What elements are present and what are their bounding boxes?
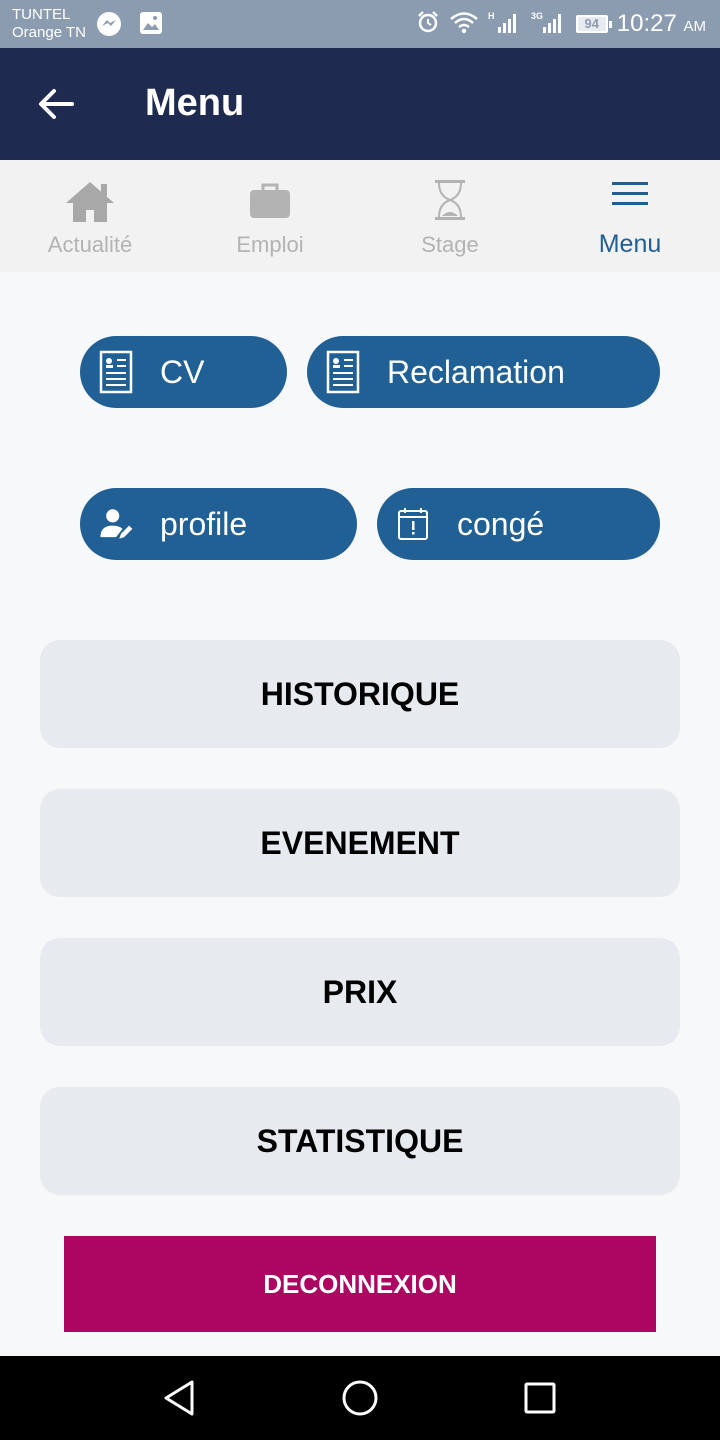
home-icon — [63, 178, 117, 229]
tab-label: Menu — [598, 230, 662, 258]
conge-button[interactable]: congé — [377, 488, 660, 560]
messenger-icon — [96, 11, 122, 42]
nav-back-icon[interactable] — [160, 1378, 200, 1423]
profile-button[interactable]: profile — [80, 488, 357, 560]
tab-label: Stage — [421, 232, 479, 257]
user-edit-icon — [98, 502, 134, 546]
prix-button[interactable]: PRIX — [40, 938, 680, 1046]
tab-bar: Actualité Emploi Stage Menu — [0, 160, 720, 272]
carrier-name: TUNTEL — [12, 6, 71, 23]
svg-text:H: H — [488, 11, 495, 21]
nav-recents-icon[interactable] — [520, 1378, 560, 1423]
battery-icon: 94 — [575, 15, 612, 33]
system-nav-bar — [0, 1356, 720, 1440]
wifi-icon — [449, 10, 479, 39]
logout-button[interactable]: DECONNEXION — [64, 1236, 656, 1332]
profile-label: profile — [160, 505, 248, 542]
carrier-operator: Orange TN — [12, 24, 86, 41]
tab-label: Actualité — [47, 232, 133, 257]
svg-text:3G: 3G — [531, 11, 543, 21]
conge-label: congé — [457, 505, 545, 542]
cv-label: CV — [160, 353, 205, 390]
tab-actualite[interactable]: Actualité — [0, 160, 180, 272]
page-title: Menu — [145, 82, 245, 124]
historique-button[interactable]: HISTORIQUE — [40, 640, 680, 748]
tab-stage[interactable]: Stage — [360, 160, 540, 272]
clock-time: 10:27 — [616, 10, 677, 37]
briefcase-icon — [248, 178, 292, 227]
alarm-icon — [416, 10, 440, 39]
carrier-info: TUNTEL Orange TN — [12, 6, 86, 42]
app-bar: Menu — [0, 48, 720, 160]
status-indicators: H 3G 94 10:27 AM — [416, 8, 706, 40]
arrow-left-icon[interactable] — [36, 84, 76, 124]
statistique-button[interactable]: STATISTIQUE — [40, 1087, 680, 1195]
battery-level: 94 — [584, 16, 599, 31]
signal-3g-icon: 3G — [531, 10, 567, 39]
document-icon — [98, 350, 134, 394]
nav-home-icon[interactable] — [340, 1378, 380, 1423]
document-icon — [325, 350, 361, 394]
clock: 10:27 AM — [617, 10, 706, 38]
reclamation-button[interactable]: Reclamation — [307, 336, 660, 408]
menu-icon — [611, 178, 649, 213]
tab-emploi[interactable]: Emploi — [180, 160, 360, 272]
signal-h-icon: H — [488, 10, 522, 39]
calendar-alert-icon — [395, 502, 431, 546]
status-bar: TUNTEL Orange TN H 3G 94 10:27 AM — [0, 0, 720, 48]
image-icon — [139, 11, 163, 40]
evenement-button[interactable]: EVENEMENT — [40, 789, 680, 897]
cv-button[interactable]: CV — [80, 336, 287, 408]
tab-menu[interactable]: Menu — [540, 160, 720, 272]
reclamation-label: Reclamation — [387, 353, 565, 390]
hourglass-icon — [433, 178, 467, 227]
clock-ampm: AM — [683, 18, 707, 35]
tab-label: Emploi — [236, 232, 304, 257]
